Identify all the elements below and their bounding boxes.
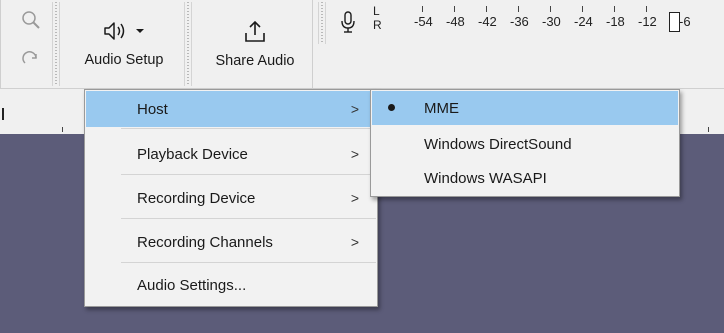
ruler-marker: [2, 108, 4, 120]
menu-item-label: Recording Device: [137, 189, 256, 207]
speaker-icon: [104, 22, 125, 40]
toolbar-grip[interactable]: [52, 2, 60, 86]
menu-divider: [121, 262, 376, 263]
submenu-arrow-icon: >: [350, 234, 359, 250]
meter-tick: [550, 6, 551, 12]
menu-item-recording-channels[interactable]: Recording Channels >: [86, 224, 376, 260]
audio-setup-icon-row: [103, 20, 145, 42]
toolbar-separator: [312, 0, 313, 88]
meter-scale-label: -42: [478, 14, 497, 29]
meter-channel-right: R: [373, 18, 382, 32]
ruler-tick: [708, 127, 709, 132]
menu-item-audio-settings[interactable]: Audio Settings...: [86, 267, 376, 303]
toolbar: Audio Setup Share Audio L R -54 -48 -42 …: [0, 0, 724, 88]
meter-grip[interactable]: [318, 2, 326, 44]
menu-divider: [121, 218, 376, 219]
menu-item-host[interactable]: Host >: [86, 91, 376, 127]
recording-meter[interactable]: -54 -48 -42 -36 -30 -24 -18 -12 -6: [386, 0, 724, 46]
zoom-icon[interactable]: [17, 6, 45, 34]
menu-divider: [121, 174, 376, 175]
host-option-windows-directsound[interactable]: Windows DirectSound: [372, 127, 678, 161]
meter-scale-label: -36: [510, 14, 529, 29]
meter-tick: [518, 6, 519, 12]
selected-bullet-icon: [388, 104, 395, 111]
meter-channel-labels: L R: [373, 4, 382, 32]
meter-scale-label: -24: [574, 14, 593, 29]
menu-item-label: Recording Channels: [137, 233, 273, 251]
meter-tick: [646, 6, 647, 12]
meter-tick: [486, 6, 487, 12]
submenu-arrow-icon: >: [350, 190, 359, 206]
meter-scale-label: -48: [446, 14, 465, 29]
menu-item-label: Playback Device: [137, 145, 248, 163]
redo-icon[interactable]: [17, 46, 45, 74]
menu-divider: [121, 128, 376, 129]
toolbar-separator: [0, 0, 1, 88]
host-submenu: MME Windows DirectSound Windows WASAPI: [370, 89, 680, 197]
meter-channel-left: L: [373, 4, 380, 18]
submenu-arrow-icon: >: [350, 101, 359, 117]
meter-scale-label: -30: [542, 14, 561, 29]
meter-scale-label: -12: [638, 14, 657, 29]
share-icon: [245, 20, 265, 42]
menu-item-playback-device[interactable]: Playback Device >: [86, 136, 376, 172]
audio-setup-menu: Host > Playback Device > Recording Devic…: [84, 89, 378, 307]
meter-scale-label: -18: [606, 14, 625, 29]
menu-item-recording-device[interactable]: Recording Device >: [86, 180, 376, 216]
meter-scale-label: -6: [679, 14, 691, 29]
menu-item-label: Audio Settings...: [137, 276, 247, 294]
meter-tick: [614, 6, 615, 12]
meter-scale-label: -54: [414, 14, 433, 29]
meter-tick: [454, 6, 455, 12]
host-option-mme[interactable]: MME: [372, 91, 678, 125]
audio-setup-button[interactable]: Audio Setup: [68, 4, 180, 84]
ruler-tick: [62, 127, 63, 132]
microphone-icon[interactable]: [340, 10, 356, 39]
host-option-label: MME: [424, 99, 459, 117]
host-option-label: Windows WASAPI: [424, 169, 547, 187]
chevron-down-icon: [136, 29, 144, 33]
meter-tick: [422, 6, 423, 12]
share-audio-label: Share Audio: [215, 53, 295, 69]
toolbar-grip[interactable]: [184, 2, 192, 86]
share-audio-button[interactable]: Share Audio: [198, 4, 312, 84]
menu-item-label: Host: [137, 100, 168, 118]
meter-tick: [582, 6, 583, 12]
audio-setup-label: Audio Setup: [84, 52, 164, 68]
host-option-windows-wasapi[interactable]: Windows WASAPI: [372, 161, 678, 195]
submenu-arrow-icon: >: [350, 146, 359, 162]
host-option-label: Windows DirectSound: [424, 135, 572, 153]
